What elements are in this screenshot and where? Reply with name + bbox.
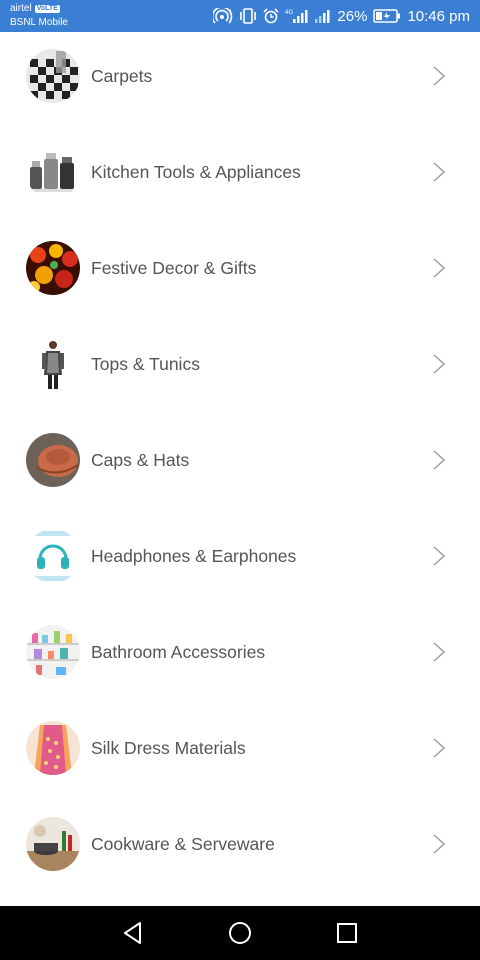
festive-decor-thumbnail [26, 241, 80, 295]
category-row-headphones[interactable]: Headphones & Earphones [0, 512, 480, 608]
back-icon[interactable] [119, 919, 147, 947]
chevron-right-icon [433, 450, 446, 470]
category-label: Cookware & Serveware [91, 834, 275, 854]
tunic-thumbnail [26, 337, 80, 391]
battery-percent: 26% [337, 7, 368, 25]
chevron-right-icon [433, 162, 446, 182]
navigation-bar [0, 906, 480, 960]
status-bar: airtel VoLTE BSNL Mobile 1 4G 26% 10:46 … [0, 0, 480, 32]
chevron-right-icon [433, 546, 446, 566]
category-list: Carpets Kitchen Tools & Appliances Festi… [0, 32, 480, 906]
kitchen-appliances-thumbnail [26, 145, 80, 199]
silk-fabric-thumbnail [26, 721, 80, 775]
carpet-thumbnail [26, 49, 80, 103]
category-row-bathroom[interactable]: Bathroom Accessories [0, 608, 480, 704]
clock: 10:46 pm [407, 7, 470, 25]
chevron-right-icon [433, 354, 446, 374]
category-label: Festive Decor & Gifts [91, 258, 257, 278]
category-label: Headphones & Earphones [91, 546, 297, 566]
category-label: Caps & Hats [91, 450, 190, 470]
chevron-right-icon [433, 834, 446, 854]
signal-icon-secondary [315, 8, 331, 24]
category-row-tops-tunics[interactable]: Tops & Tunics [0, 320, 480, 416]
carrier-secondary-label: BSNL Mobile [10, 17, 68, 28]
svg-text:1: 1 [229, 10, 233, 16]
category-label: Kitchen Tools & Appliances [91, 162, 301, 182]
vibrate-icon [239, 8, 257, 24]
headphones-thumbnail [26, 529, 80, 583]
category-row-carpets[interactable]: Carpets [0, 32, 480, 128]
category-label: Silk Dress Materials [91, 738, 246, 758]
category-row-silk-dress[interactable]: Silk Dress Materials [0, 704, 480, 800]
cookware-thumbnail [26, 817, 80, 871]
category-label: Bathroom Accessories [91, 642, 266, 662]
home-icon[interactable] [226, 919, 254, 947]
bathroom-accessories-thumbnail [26, 625, 80, 679]
carrier-primary-label: airtel [10, 3, 32, 14]
chevron-right-icon [433, 258, 446, 278]
category-row-festive-decor[interactable]: Festive Decor & Gifts [0, 224, 480, 320]
recents-icon[interactable] [333, 919, 361, 947]
category-row-kitchen-tools[interactable]: Kitchen Tools & Appliances [0, 128, 480, 224]
hotspot-icon: 1 [213, 8, 233, 24]
network-type-label: 4G [285, 10, 293, 16]
signal-icon: 4G [285, 8, 309, 24]
category-label: Carpets [91, 66, 153, 86]
category-row-cookware[interactable]: Cookware & Serveware [0, 800, 480, 896]
battery-icon [373, 8, 401, 24]
hat-thumbnail [26, 433, 80, 487]
volte-badge: VoLTE [34, 4, 60, 13]
status-icons: 1 4G 26% 10:46 pm [213, 0, 470, 32]
chevron-right-icon [433, 738, 446, 758]
category-row-caps-hats[interactable]: Caps & Hats [0, 416, 480, 512]
chevron-right-icon [433, 66, 446, 86]
alarm-icon [263, 8, 279, 24]
chevron-right-icon [433, 642, 446, 662]
carrier-primary: airtel VoLTE [10, 3, 60, 14]
category-label: Tops & Tunics [91, 354, 200, 374]
